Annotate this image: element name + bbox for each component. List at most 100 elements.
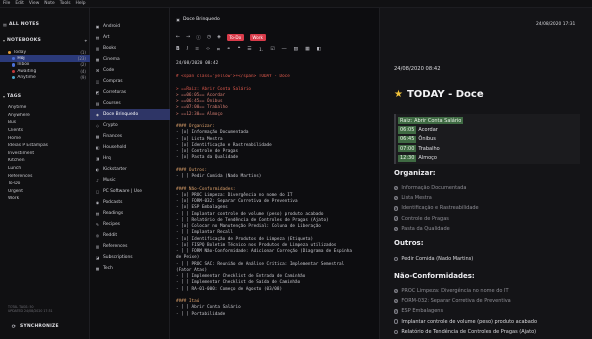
table-icon[interactable]: ▦: [305, 47, 310, 52]
checked-circle-icon[interactable]: ✓: [394, 309, 399, 314]
notebook-item[interactable]: ◇ Crypto: [90, 120, 170, 131]
checked-circle-icon[interactable]: ✓: [394, 288, 399, 294]
sidebar-notebook-item[interactable]: Today (1): [0, 49, 90, 55]
notebook-item[interactable]: ▤ Readings: [90, 208, 170, 219]
image-icon[interactable]: ▨: [294, 47, 299, 52]
numbered-list-icon[interactable]: ⒈: [259, 46, 264, 53]
notebook-item[interactable]: ◪ Subscriptions: [90, 252, 170, 263]
tags-section-header[interactable]: TAGS: [3, 94, 21, 99]
inline-code-icon[interactable]: ⌗: [217, 47, 220, 53]
checklist-item[interactable]: Pedir Comida (Nado Martins): [394, 254, 590, 264]
checklist-item[interactable]: ✓ Controle de Pragas: [394, 214, 590, 224]
checklist-item[interactable]: ✓ Identificação e Rastreabilidade: [394, 203, 590, 213]
notes-icon: ▤: [3, 22, 7, 27]
sidebar-tag-item[interactable]: Urgent: [0, 188, 90, 196]
checked-circle-icon[interactable]: ✓: [394, 226, 399, 232]
markdown-source[interactable]: # <span class='yellow'>☀</span> TODAY - …: [176, 74, 376, 339]
checklist-item[interactable]: ✓ FORM-032: Separar Corretiva de Preventi…: [394, 296, 590, 306]
note-title[interactable]: ▣ Doce Brinquedo: [176, 17, 220, 22]
menu-tools[interactable]: Tools: [60, 1, 71, 6]
checked-circle-icon[interactable]: ✓: [394, 216, 399, 221]
tag-pill-todo[interactable]: To-Do: [226, 34, 244, 41]
menu-help[interactable]: Help: [76, 1, 86, 6]
sidebar-tag-item[interactable]: Investiment: [0, 150, 90, 158]
notebook-item[interactable]: ▤ Art: [90, 32, 170, 43]
sidebar-tag-item[interactable]: Home: [0, 134, 90, 142]
checklist-item[interactable]: Implantar controle de volume (peso) prod…: [394, 317, 590, 327]
notebook-item[interactable]: ▦ Cinema: [90, 54, 170, 65]
checked-circle-icon[interactable]: ✓: [394, 299, 399, 304]
notebook-item[interactable]: ◨ Hrq: [90, 153, 170, 164]
notebook-item[interactable]: ✎ Recipes: [90, 219, 170, 230]
notebook-item[interactable]: ◐ Kickstarter: [90, 164, 170, 175]
add-notebook-icon[interactable]: +: [84, 38, 88, 43]
sidebar-tag-item[interactable]: Anywhere: [0, 112, 90, 120]
bold-icon[interactable]: B: [176, 47, 180, 52]
link-icon[interactable]: ⚭: [227, 47, 231, 52]
unchecked-circle-icon[interactable]: [394, 329, 399, 335]
notebook-item[interactable]: ◫ Compras: [90, 76, 170, 87]
menu-edit[interactable]: Edit: [15, 1, 24, 6]
italic-icon[interactable]: I: [187, 47, 188, 52]
notebook-item[interactable]: ♪ Music: [90, 175, 170, 186]
sidebar-tag-label: Anytime: [8, 105, 27, 111]
sidebar-tag-item[interactable]: Work: [0, 195, 90, 203]
checklist-item[interactable]: Relatório de Tendência de Controles de P…: [394, 327, 590, 337]
forward-icon[interactable]: →: [186, 35, 190, 40]
preview-toggle-icon[interactable]: ◧: [317, 47, 322, 52]
sidebar-tag-item[interactable]: To-Do: [0, 180, 90, 188]
notebook-item[interactable]: ◧ Household: [90, 142, 170, 153]
menu-note[interactable]: Note: [44, 1, 54, 6]
back-icon[interactable]: ←: [176, 35, 180, 40]
checklist-item[interactable]: ✓ Lista Mestra: [394, 193, 590, 203]
sidebar-tag-item[interactable]: Bus: [0, 119, 90, 127]
history-icon[interactable]: ◷: [207, 35, 211, 40]
notebook-item[interactable]: ▢ PC Software | Use: [90, 186, 170, 197]
code-icon[interactable]: ‹›: [206, 47, 210, 52]
checklist-item[interactable]: ✓ ESP Embalagens: [394, 306, 590, 316]
bullet-list-icon[interactable]: ☰: [247, 47, 251, 52]
notebook-item[interactable]: ▦ Tech: [90, 263, 170, 274]
notebook-item[interactable]: ◎ Reddit: [90, 230, 170, 241]
heading-icon[interactable]: ≡: [195, 47, 199, 52]
notebooks-section-header[interactable]: NOTEBOOKS +: [3, 38, 90, 43]
menu-view[interactable]: View: [29, 1, 39, 6]
sidebar-tag-item[interactable]: Anytime: [0, 104, 90, 112]
notebook-item[interactable]: ◆ Doce Brinquedo: [90, 109, 170, 120]
notebook-item[interactable]: ▨ Courses: [90, 98, 170, 109]
notebook-item[interactable]: ▥ References: [90, 241, 170, 252]
checklist-item[interactable]: ✓ PROC Limpeza: Divergência no nome do IT: [394, 286, 590, 296]
notebook-item[interactable]: ◩ Corretoras: [90, 87, 170, 98]
checklist-item[interactable]: ✓ Pasta da Qualidade: [394, 224, 590, 234]
notebook-item[interactable]: ▥ Books: [90, 43, 170, 54]
checked-circle-icon[interactable]: ✓: [394, 185, 399, 191]
sidebar-tag-item[interactable]: References: [0, 172, 90, 180]
checkbox-icon[interactable]: ☑: [270, 47, 274, 52]
checked-circle-icon[interactable]: ✓: [394, 206, 399, 211]
checklist-item[interactable]: ✓ Informação Documentada: [394, 183, 590, 193]
tag-icon[interactable]: ◈: [217, 35, 221, 40]
sidebar-tag-item[interactable]: Lunch: [0, 165, 90, 173]
sidebar-tag-item[interactable]: Ideias P Estampas: [0, 142, 90, 150]
rule-icon[interactable]: ―: [282, 47, 287, 52]
unchecked-circle-icon[interactable]: [394, 256, 399, 262]
notebook-item[interactable]: ◉ Podcasts: [90, 197, 170, 208]
sidebar-tag-label: Lunch: [8, 166, 22, 172]
synchronize-button[interactable]: ⟳ SYNCHRONIZE: [12, 324, 59, 330]
sidebar-tag-item[interactable]: Clients: [0, 127, 90, 135]
notebook-item[interactable]: ▩ Finances: [90, 131, 170, 142]
unchecked-circle-icon[interactable]: [394, 319, 399, 324]
sidebar-notebook-item[interactable]: Anytime (9): [0, 75, 90, 81]
all-notes[interactable]: ▤ ALL NOTES: [3, 22, 39, 27]
notebook-label: Music: [103, 178, 116, 183]
checked-circle-icon[interactable]: ✓: [394, 196, 399, 201]
notebook-item[interactable]: ▣ Android: [90, 21, 170, 32]
editor-date: 24/08/2020 08:42: [176, 61, 219, 66]
notebook-label: Code: [103, 68, 115, 73]
notebook-item[interactable]: ⌘ Code: [90, 65, 170, 76]
menu-file[interactable]: File: [3, 1, 10, 6]
sidebar-tag-item[interactable]: Kitchen: [0, 157, 90, 165]
quote-icon[interactable]: ❝: [238, 47, 241, 52]
tag-pill-work[interactable]: Work: [249, 34, 266, 41]
info-icon[interactable]: ⓘ: [196, 34, 201, 41]
